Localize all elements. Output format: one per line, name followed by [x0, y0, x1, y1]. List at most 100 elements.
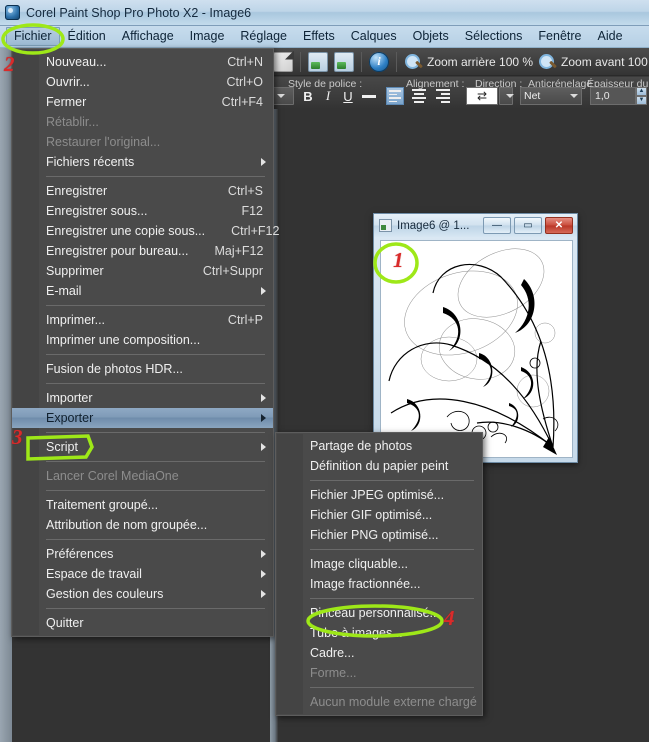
zoom-in-icon[interactable]: [538, 52, 558, 72]
menu-item[interactable]: Imprimer... Ctrl+P: [12, 310, 273, 330]
menu-item[interactable]: Supprimer Ctrl+Suppr: [12, 261, 273, 281]
menu-aide[interactable]: Aide: [590, 27, 631, 46]
menu-affichage[interactable]: Affichage: [114, 27, 182, 46]
info-icon[interactable]: [369, 51, 389, 72]
menu-item-label: Image fractionnée...: [310, 577, 421, 591]
menu-item[interactable]: Fichiers récents: [12, 152, 273, 172]
menu-item-label: Tube à images...: [310, 626, 403, 640]
menu-item[interactable]: Pinceau personnalisé...: [276, 603, 482, 623]
menu-item-label: Importer: [46, 391, 93, 405]
menu-item-label: Traitement groupé...: [46, 498, 159, 512]
chevron-right-icon: [261, 590, 266, 598]
menu-objets[interactable]: Objets: [405, 27, 457, 46]
align-left-button[interactable]: [386, 87, 404, 105]
strikethrough-button[interactable]: [360, 87, 378, 105]
menu-rglage[interactable]: Réglage: [232, 27, 295, 46]
menu-dition[interactable]: Édition: [60, 27, 114, 46]
menu-item[interactable]: Quitter: [12, 613, 273, 633]
menu-item[interactable]: Script: [12, 437, 273, 457]
menu-item-label: Définition du papier peint: [310, 459, 449, 473]
align-center-button[interactable]: [410, 87, 428, 105]
menu-bar: Fichier Édition Affichage Image Réglage Effet…: [0, 26, 649, 48]
menu-item[interactable]: Image cliquable...: [276, 554, 482, 574]
menu-item-label: Nouveau...: [46, 55, 107, 69]
chevron-right-icon: [261, 414, 266, 422]
direction-dropdown[interactable]: [499, 87, 514, 105]
zoom-out-label[interactable]: Zoom arrière 100 %: [427, 55, 533, 69]
menu-item[interactable]: Fichier JPEG optimisé...: [276, 485, 482, 505]
menu-item[interactable]: Attribution de nom groupée...: [12, 515, 273, 535]
menu-item[interactable]: Enregistrer sous... F12: [12, 201, 273, 221]
photo-save-icon[interactable]: [334, 51, 354, 72]
menu-item[interactable]: Fermer Ctrl+F4: [12, 92, 273, 112]
chevron-down-icon: [570, 94, 578, 98]
menu-item[interactable]: Nouveau... Ctrl+N: [12, 52, 273, 72]
menu-item-label: Fichier GIF optimisé...: [310, 508, 433, 522]
document-window[interactable]: Image6 @ 1... — ▭ ✕: [373, 213, 578, 463]
align-right-button[interactable]: [434, 87, 452, 105]
menu-separator: [310, 598, 474, 599]
menu-calques[interactable]: Calques: [343, 27, 405, 46]
chevron-right-icon: [261, 287, 266, 295]
export-submenu[interactable]: Partage de photos Définition du papier pe…: [275, 432, 483, 716]
crop-icon[interactable]: [273, 51, 293, 72]
menu-item[interactable]: Tube à images...: [276, 623, 482, 643]
menu-item[interactable]: Enregistrer une copie sous... Ctrl+F12: [12, 221, 279, 241]
menu-item[interactable]: Préférences: [12, 544, 273, 564]
menu-item[interactable]: Définition du papier peint: [276, 456, 482, 476]
menu-item[interactable]: Partage de photos: [276, 436, 482, 456]
menu-item-label: Pinceau personnalisé...: [310, 606, 440, 620]
menu-effets[interactable]: Effets: [295, 27, 343, 46]
document-title: Image6 @ 1...: [397, 219, 470, 232]
stepper-down[interactable]: ▼: [636, 96, 647, 105]
stroke-width-input[interactable]: 1,0: [590, 87, 636, 105]
tool-options-bar: Style de police : Alignement : Direction…: [270, 77, 649, 109]
menu-item[interactable]: Gestion des couleurs: [12, 584, 273, 604]
menu-item[interactable]: Enregistrer Ctrl+S: [12, 181, 273, 201]
underline-button[interactable]: U: [340, 87, 356, 105]
menu-item[interactable]: Enregistrer pour bureau... Maj+F12: [12, 241, 273, 261]
title-bar: Corel Paint Shop Pro Photo X2 - Image6: [0, 0, 649, 26]
menu-fentre[interactable]: Fenêtre: [530, 27, 589, 46]
chevron-right-icon: [261, 394, 266, 402]
menu-separator: [46, 176, 265, 177]
italic-button[interactable]: I: [320, 87, 336, 105]
menu-item-label: Espace de travail: [46, 567, 142, 581]
menu-item-label: Attribution de nom groupée...: [46, 518, 208, 532]
menu-item[interactable]: Image fractionnée...: [276, 574, 482, 594]
photo-open-icon[interactable]: [308, 51, 328, 72]
text-direction-button[interactable]: ⇄: [466, 87, 498, 105]
stroke-width-stepper[interactable]: ▲ ▼: [636, 87, 647, 105]
menu-item[interactable]: Fichier GIF optimisé...: [276, 505, 482, 525]
stepper-up[interactable]: ▲: [636, 87, 647, 96]
maximize-button[interactable]: ▭: [514, 217, 542, 234]
menu-item[interactable]: Exporter: [12, 408, 273, 428]
menu-item[interactable]: E-mail: [12, 281, 273, 301]
menu-slections[interactable]: Sélections: [457, 27, 531, 46]
minimize-button[interactable]: —: [483, 217, 511, 234]
menu-item-label: Imprimer une composition...: [46, 333, 201, 347]
document-title-bar: Image6 @ 1... — ▭ ✕: [374, 214, 577, 237]
zoom-out-icon[interactable]: [404, 52, 424, 72]
menu-item[interactable]: Traitement groupé...: [12, 495, 273, 515]
menu-item-label: Restaurer l'original...: [46, 135, 161, 149]
document-icon: [379, 219, 392, 232]
menu-item[interactable]: Fichier PNG optimisé...: [276, 525, 482, 545]
menu-item[interactable]: Importer: [12, 388, 273, 408]
antialias-dropdown[interactable]: Net: [520, 87, 582, 105]
bold-button[interactable]: B: [300, 87, 316, 105]
close-button[interactable]: ✕: [545, 217, 573, 234]
image-canvas[interactable]: [380, 240, 573, 458]
menu-item[interactable]: Ouvrir... Ctrl+O: [12, 72, 273, 92]
menu-item[interactable]: Fusion de photos HDR...: [12, 359, 273, 379]
window-title: Corel Paint Shop Pro Photo X2 - Image6: [26, 5, 252, 20]
chevron-down-icon: [277, 94, 285, 98]
file-menu[interactable]: Nouveau... Ctrl+N Ouvrir... Ctrl+O Fermer Ctr…: [11, 48, 279, 637]
menu-fichier[interactable]: Fichier: [6, 27, 60, 46]
menu-item[interactable]: Imprimer une composition...: [12, 330, 273, 350]
menu-item[interactable]: Espace de travail: [12, 564, 273, 584]
menu-item-label: Fermer: [46, 95, 87, 109]
menu-item[interactable]: Cadre...: [276, 643, 482, 663]
zoom-in-label[interactable]: Zoom avant 100 %: [561, 55, 649, 69]
menu-image[interactable]: Image: [182, 27, 233, 46]
